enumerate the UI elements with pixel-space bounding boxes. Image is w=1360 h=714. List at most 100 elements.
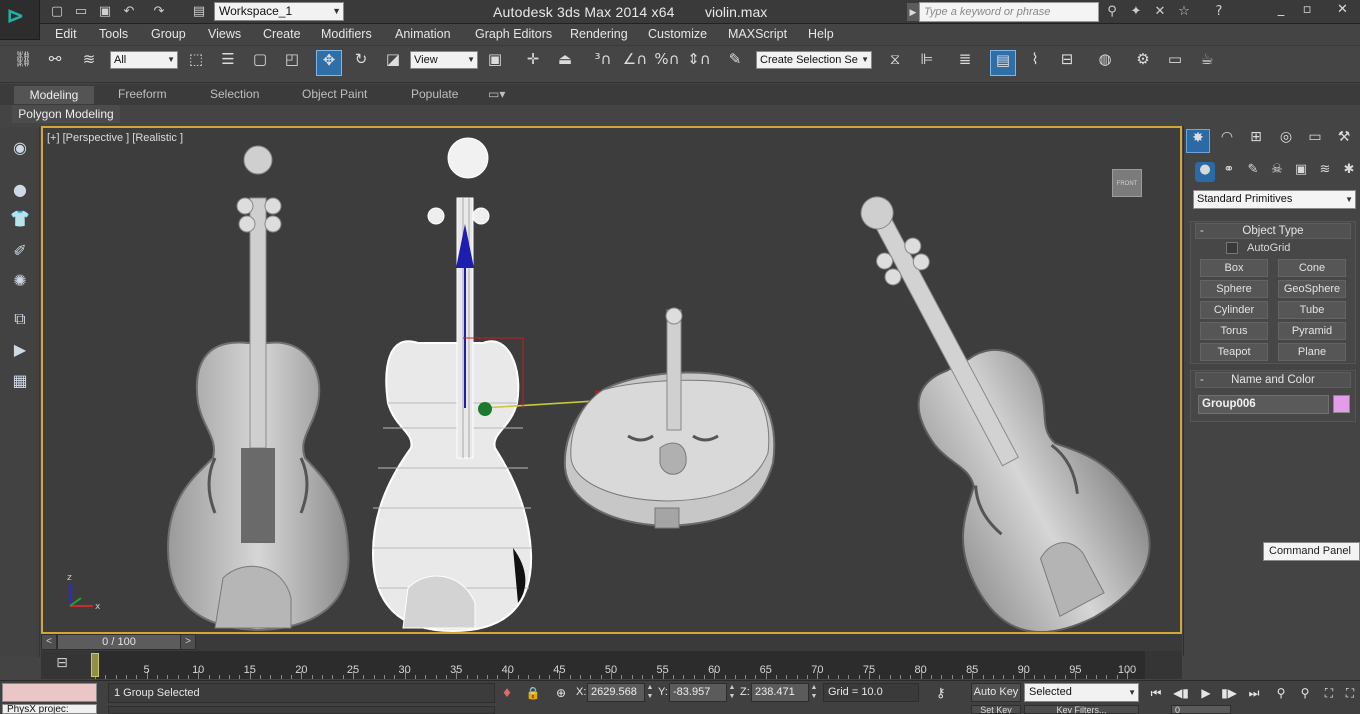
isolate-selection-icon[interactable]: ♦ — [498, 684, 516, 702]
selection-filter-dropdown[interactable]: All ▼ — [110, 51, 178, 69]
name-color-header[interactable]: - Name and Color — [1195, 372, 1351, 388]
current-frame-field[interactable]: 0 — [1171, 705, 1231, 714]
menu-views[interactable]: Views — [208, 27, 241, 41]
set-key-button[interactable]: Set Key — [971, 705, 1021, 714]
geosphere-button[interactable]: GeoSphere — [1278, 280, 1346, 298]
tab-selection[interactable]: Selection — [210, 87, 259, 101]
ribbon-options-icon[interactable]: ▭▾ — [488, 87, 505, 101]
menu-modifiers[interactable]: Modifiers — [321, 27, 372, 41]
curve-editor-mini-icon[interactable]: ⊟ — [50, 655, 74, 675]
object-type-header[interactable]: - Object Type — [1195, 223, 1351, 239]
search-input[interactable]: Type a keyword or phrase — [919, 2, 1099, 22]
shapes-icon[interactable]: ⚭ — [1219, 162, 1239, 182]
y-spinner[interactable]: ▲ ▼ — [728, 683, 736, 702]
key-mode-dropdown[interactable]: Selected ▼ — [1024, 683, 1139, 702]
menu-customize[interactable]: Customize — [648, 27, 707, 41]
x-coordinate-field[interactable]: 2629.568 — [587, 683, 645, 702]
systems-icon[interactable]: ✱ — [1339, 162, 1359, 182]
select-move-icon[interactable]: ✥ — [316, 50, 342, 76]
search-expand-icon[interactable]: ▶ — [907, 3, 919, 21]
go-to-end-icon[interactable]: ⏭ — [1244, 684, 1264, 702]
bind-space-warp-icon[interactable]: ≋ — [76, 50, 102, 76]
zoom-extents-icon[interactable]: ⛶ — [1319, 684, 1339, 702]
tab-object-paint[interactable]: Object Paint — [302, 87, 367, 101]
render-setup-icon[interactable]: ⚙ — [1130, 50, 1156, 76]
perspective-viewport[interactable]: [+] [Perspective ] [Realistic ] FRONT z … — [41, 126, 1182, 634]
next-frame-icon[interactable]: ▮▶ — [1219, 684, 1239, 702]
undo-icon[interactable]: ↶ — [120, 3, 138, 21]
help-icon[interactable]: ? — [1210, 3, 1228, 21]
auto-key-button[interactable]: Auto Key — [971, 683, 1021, 702]
menu-animation[interactable]: Animation — [395, 27, 451, 41]
brush-tool-icon[interactable]: ✐ — [6, 238, 34, 264]
tab-populate[interactable]: Populate — [411, 87, 458, 101]
utilities-tab-icon[interactable]: ⚒ — [1332, 129, 1356, 153]
snaps-toggle-icon[interactable]: ³∩ — [590, 50, 616, 76]
gizmo-center[interactable] — [478, 402, 492, 416]
time-cursor[interactable] — [91, 653, 99, 677]
previous-frame-icon[interactable]: ◀▮ — [1171, 684, 1191, 702]
key-filters-button[interactable]: Key Filters... — [1024, 705, 1139, 714]
motion-tab-icon[interactable]: ◎ — [1274, 129, 1298, 153]
autogrid-checkbox[interactable] — [1226, 242, 1238, 254]
menu-group[interactable]: Group — [151, 27, 186, 41]
go-to-start-icon[interactable]: ⏮ — [1146, 684, 1166, 702]
named-selection-sets-dropdown[interactable]: Create Selection Se ▼ — [756, 51, 872, 69]
violin-selected-model[interactable]: x — [371, 137, 653, 632]
cameras-icon[interactable]: ☠ — [1267, 162, 1287, 182]
reference-coordinate-dropdown[interactable]: View ▼ — [410, 51, 478, 69]
time-slider-prev[interactable]: < — [41, 634, 57, 650]
material-editor-icon[interactable]: ◍ — [1092, 50, 1118, 76]
scene-explorer-icon[interactable]: ◉ — [6, 135, 34, 161]
play-icon[interactable]: ▶ — [1196, 684, 1216, 702]
manipulate-icon[interactable]: ✛ — [520, 50, 546, 76]
geometry-icon[interactable]: ● — [1195, 162, 1215, 182]
timeline-ruler[interactable]: 0510152025303540455055606570758085909510… — [95, 651, 1145, 679]
time-slider-next[interactable]: > — [180, 634, 196, 650]
menu-rendering[interactable]: Rendering — [570, 27, 628, 41]
unlink-icon[interactable]: ⚯ — [42, 50, 68, 76]
cylinder-button[interactable]: Cylinder — [1200, 301, 1268, 319]
redo-icon[interactable]: ↷ — [150, 3, 168, 21]
select-scale-icon[interactable]: ◪ — [380, 50, 406, 76]
maximize-button[interactable]: ▫ — [1294, 2, 1320, 20]
time-slider-track[interactable] — [41, 634, 1182, 651]
angle-snap-icon[interactable]: ∠∩ — [622, 50, 648, 76]
violin-front-model[interactable] — [166, 145, 350, 632]
violin-lying-model[interactable] — [563, 307, 776, 529]
open-file-icon[interactable]: ▭ — [72, 3, 90, 21]
violin-tilted-model[interactable] — [792, 155, 1174, 632]
curve-editor-icon[interactable]: ⌇ — [1022, 50, 1048, 76]
maxscript-listener-field[interactable] — [2, 683, 97, 702]
set-key-icon[interactable]: ⚷ — [936, 686, 966, 704]
mirror-icon[interactable]: ⧖ — [882, 50, 908, 76]
modify-tab-icon[interactable]: ◠ — [1215, 129, 1239, 153]
helpers-icon[interactable]: ▣ — [1291, 162, 1311, 182]
communication-icon[interactable]: ✕ — [1151, 3, 1169, 21]
pivot-center-icon[interactable]: ▣ — [482, 50, 508, 76]
tab-polygon-modeling[interactable]: Polygon Modeling — [12, 105, 120, 123]
sphere-button[interactable]: Sphere — [1200, 280, 1268, 298]
sphere-tool-icon[interactable]: ● — [6, 177, 34, 203]
hierarchy-tab-icon[interactable]: ⊞ — [1244, 129, 1268, 153]
teapot-button[interactable]: Teapot — [1200, 343, 1268, 361]
link-icon[interactable]: ⛓ — [10, 50, 36, 76]
keyboard-shortcut-override-icon[interactable]: ⏏ — [552, 50, 578, 76]
category-dropdown[interactable]: Standard Primitives ▼ — [1193, 190, 1356, 209]
render-production-icon[interactable]: ☕ — [1194, 50, 1220, 76]
favorites-star-icon[interactable]: ☆ — [1175, 3, 1193, 21]
pyramid-button[interactable]: Pyramid — [1278, 322, 1346, 340]
select-by-name-icon[interactable]: ☰ — [215, 50, 241, 76]
menu-help[interactable]: Help — [808, 27, 834, 41]
create-tab-icon[interactable]: ✸ — [1186, 129, 1210, 153]
select-object-icon[interactable]: ⬚ — [183, 50, 209, 76]
align-icon[interactable]: ⊫ — [914, 50, 940, 76]
tab-freeform[interactable]: Freeform — [118, 87, 167, 101]
absolute-mode-icon[interactable]: ⊕ — [552, 684, 570, 702]
play-sequence-icon[interactable]: ▶ — [6, 337, 34, 363]
object-color-swatch[interactable] — [1333, 395, 1350, 413]
percent-snap-icon[interactable]: %∩ — [654, 50, 680, 76]
y-coordinate-field[interactable]: -83.957 — [669, 683, 727, 702]
new-file-icon[interactable]: ▢ — [48, 3, 66, 21]
tab-modeling[interactable]: Modeling — [14, 86, 94, 104]
